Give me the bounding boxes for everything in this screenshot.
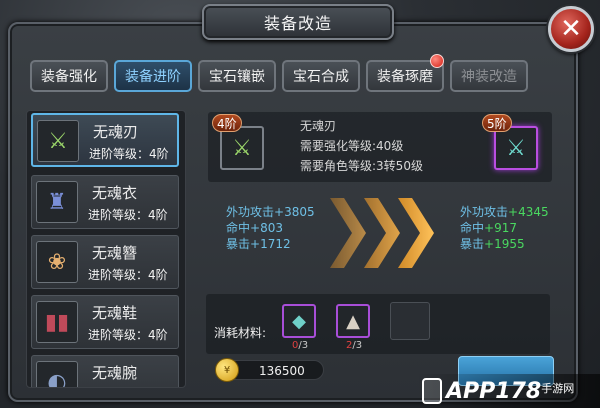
materials-panel: 消耗材料: ◆ 0/3 ▲ 2/3 [206, 294, 550, 354]
need-count: /3 [352, 340, 363, 351]
watermark-logo: APP178 手游网 [416, 374, 600, 408]
upgrade-requirements: 无魂刃 需要强化等级:40级 需要角色等级:3转50级 [300, 116, 423, 176]
list-item-hairpin[interactable]: ❀ 无魂簪 进阶等级：4阶 [31, 235, 179, 289]
stat-value: +3805 [274, 205, 315, 219]
equipment-list[interactable]: ⚔ 无魂刃 进阶等级：4阶 ♜ 无魂衣 进阶等级：4阶 ❀ 无魂簪 进阶等级：4… [26, 110, 186, 388]
stat-key: 暴击 [226, 237, 251, 251]
next-item-slot[interactable]: ⚔ [494, 126, 538, 170]
tab-label: 装备进阶 [125, 69, 181, 85]
stats-after: 外功攻击+4345 命中+917 暴击+1955 [460, 204, 549, 252]
sword-icon: ⚔ [37, 120, 79, 162]
item-name: 无魂刃 [300, 119, 337, 133]
list-item-bracer[interactable]: ◐ 无魂腕 [31, 355, 179, 387]
stat-value: +917 [484, 221, 517, 235]
upgrade-info: ⚔ 4阶 无魂刃 需要强化等级:40级 需要角色等级:3转50级 ⚔ 5阶 [208, 112, 552, 182]
item-level: 进阶等级：4阶 [88, 328, 168, 342]
next-rank-badge: 5阶 [482, 114, 512, 132]
stats-before: 外功攻击+3805 命中+803 暴击+1712 [226, 204, 315, 252]
close-icon[interactable]: ✕ [548, 6, 594, 52]
tab-label: 宝石镶嵌 [209, 69, 265, 85]
gold-cost: ¥ 136500 [215, 358, 324, 382]
item-name: 无魂鞋 [92, 304, 138, 322]
current-item-slot[interactable]: ⚔ [220, 126, 264, 170]
advance-panel: ⚔ 4阶 无魂刃 需要强化等级:40级 需要角色等级:3转50级 ⚔ 5阶 外功… [190, 102, 564, 392]
stat-key: 命中 [226, 221, 251, 235]
tab-divine-reforge[interactable]: 神装改造 [450, 60, 528, 92]
equipment-panel: 装备强化 装备进阶 宝石镶嵌 宝石合成 装备琢磨 神装改造 ⚔ 无魂刃 进阶等级… [8, 22, 578, 402]
material-count: 2/3 [346, 340, 362, 351]
tab-label: 装备强化 [41, 69, 97, 85]
current-rank-badge: 4阶 [212, 114, 242, 132]
window-title: 装备改造 [202, 4, 394, 40]
tab-gem-compose[interactable]: 宝石合成 [282, 60, 360, 92]
coin-icon: ¥ [215, 358, 239, 382]
stone-icon: ▲ [346, 310, 360, 332]
stat-key: 外功攻击 [460, 205, 509, 219]
item-level: 进阶等级：4阶 [88, 208, 168, 222]
material-slot-stone[interactable]: ▲ [336, 304, 370, 338]
list-item-boots[interactable]: ▮▮ 无魂鞋 进阶等级：4阶 [31, 295, 179, 349]
req-char-level: 需要角色等级:3转50级 [300, 159, 423, 173]
item-name: 无魂簪 [92, 244, 138, 262]
phone-icon [422, 378, 442, 404]
stat-value: +803 [250, 221, 283, 235]
jade-icon: ◆ [292, 310, 306, 332]
gold-amount: 136500 [259, 364, 305, 378]
empty-material-slot[interactable] [390, 302, 430, 340]
material-count: 0/3 [292, 340, 308, 351]
tab-advance[interactable]: 装备进阶 [114, 60, 192, 92]
armor-icon: ♜ [36, 181, 78, 223]
item-level: 进阶等级：4阶 [89, 147, 169, 161]
notification-dot [430, 54, 444, 68]
need-count: /3 [298, 340, 309, 351]
brand-text: APP178 [446, 378, 542, 404]
brand-sub: 手游网 [541, 382, 575, 395]
tab-label: 装备琢磨 [377, 69, 433, 85]
req-strengthen: 需要强化等级:40级 [300, 139, 404, 153]
sword-icon: ⚔ [506, 135, 526, 161]
tab-label: 神装改造 [461, 69, 517, 85]
material-slot-jade[interactable]: ◆ [282, 304, 316, 338]
item-name: 无魂刃 [93, 123, 139, 141]
arrow-chevrons-icon [330, 198, 434, 268]
list-item-robe[interactable]: ♜ 无魂衣 进阶等级：4阶 [31, 175, 179, 229]
item-level: 进阶等级：4阶 [88, 268, 168, 282]
stat-value: +1955 [484, 237, 525, 251]
materials-label: 消耗材料: [214, 326, 267, 340]
hairpin-icon: ❀ [36, 241, 78, 283]
item-name: 无魂衣 [92, 184, 138, 202]
tab-polish[interactable]: 装备琢磨 [366, 54, 444, 92]
item-name: 无魂腕 [92, 364, 138, 382]
stat-value: +4345 [508, 205, 549, 219]
stat-value: +1712 [250, 237, 291, 251]
stat-key: 命中 [460, 221, 485, 235]
list-item-blade[interactable]: ⚔ 无魂刃 进阶等级：4阶 [31, 113, 179, 167]
tab-label: 宝石合成 [293, 69, 349, 85]
stat-key: 外功攻击 [226, 205, 275, 219]
bracer-icon: ◐ [36, 361, 78, 387]
stat-key: 暴击 [460, 237, 485, 251]
sword-icon: ⚔ [232, 135, 252, 161]
tab-strengthen[interactable]: 装备强化 [30, 60, 108, 92]
tab-bar: 装备强化 装备进阶 宝石镶嵌 宝石合成 装备琢磨 神装改造 [30, 54, 528, 92]
boots-icon: ▮▮ [36, 301, 78, 343]
tab-gem-inlay[interactable]: 宝石镶嵌 [198, 60, 276, 92]
